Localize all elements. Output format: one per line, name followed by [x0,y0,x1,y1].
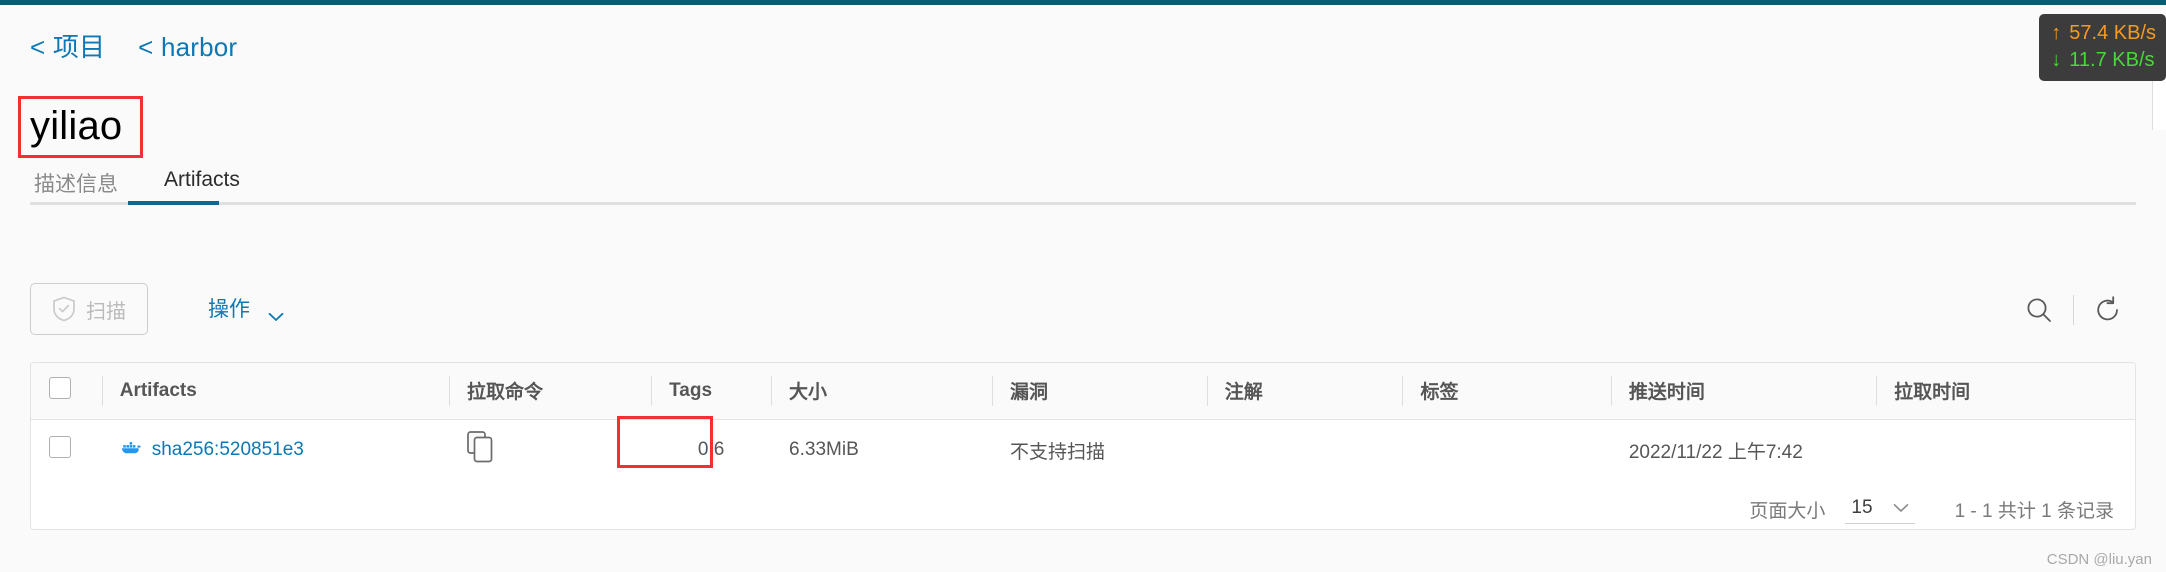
tab-underline [30,202,2136,205]
breadcrumb-caret-icon: < [30,32,46,62]
cell-vulnerabilities: 不支持扫描 [1010,441,1106,463]
breadcrumb-item-harbor[interactable]: < harbor [138,32,237,62]
upload-speed-row: ↑ 57.4 KB/s [2051,20,2156,47]
scan-button-label: 扫描 [86,300,126,323]
search-icon[interactable] [2011,287,2067,333]
column-header-push-time[interactable]: 推送时间 [1610,363,1877,420]
download-speed-value: 11.7 KB/s [2069,49,2155,71]
cell-annotations [1207,419,1403,481]
column-header-artifacts[interactable]: Artifacts [101,363,450,420]
copy-icon[interactable] [467,431,495,468]
row-checkbox[interactable] [49,436,71,459]
page-size-value: 15 [1851,496,1873,518]
column-header-pull-time[interactable]: 拉取时间 [1876,363,2135,420]
upload-arrow-icon: ↑ [2051,22,2062,44]
column-header-size[interactable]: 大小 [771,363,993,420]
chevron-down-icon [1893,497,1909,519]
cell-pull-time [1876,419,2135,481]
breadcrumb-item-projects-label: 项目 [52,32,106,62]
breadcrumb-caret-icon-2: < [138,32,154,62]
table-row: sha256:520851e3 0.6 6.33MiB 不支持扫描 2022/1… [31,419,2135,481]
select-all-header [31,363,102,420]
action-dropdown-button[interactable]: 操作 [208,293,284,323]
artifact-digest: sha256:520851e3 [151,439,304,461]
artifact-link[interactable]: sha256:520851e3 [120,439,304,461]
breadcrumb-item-projects[interactable]: < 项目 [30,32,105,62]
table-header-row: Artifacts 拉取命令 Tags 大小 漏洞 注解 标签 推送时间 拉取时… [31,363,2135,420]
network-speed-widget[interactable]: ↑ 57.4 KB/s ↓ 11.7 KB/s [2039,14,2166,81]
cell-push-time: 2022/11/22 上午7:42 [1628,441,1803,463]
chevron-down-icon [268,304,284,321]
column-header-labels[interactable]: 标签 [1402,363,1611,420]
column-header-vulnerabilities[interactable]: 漏洞 [992,363,1207,420]
page-size-select[interactable]: 15 [1845,495,1915,524]
table-toolbar: 扫描 操作 [30,283,2136,339]
download-speed-row: ↓ 11.7 KB/s [2051,47,2156,74]
column-header-pull-command[interactable]: 拉取命令 [449,363,652,420]
cell-artifact: sha256:520851e3 [102,419,449,481]
column-header-annotations[interactable]: 注解 [1206,363,1403,420]
cell-labels [1402,419,1610,481]
table-pagination: 页面大小 15 1 - 1 共计 1 条记录 [30,488,2136,530]
tab-active-indicator [128,201,219,205]
toolbar-divider [2073,295,2074,325]
row-select-cell [31,419,102,481]
column-header-tags[interactable]: Tags [651,363,772,420]
cell-pull-command [449,419,651,481]
pagination-total: 1 - 1 共计 1 条记录 [1954,500,2114,522]
scan-button[interactable]: 扫描 [30,283,148,335]
upload-speed-value: 57.4 KB/s [2069,22,2156,44]
download-arrow-icon: ↓ [2051,49,2062,71]
shield-check-icon [52,296,76,322]
breadcrumb-item-harbor-label: harbor [160,32,238,62]
docker-whale-icon [120,439,142,461]
watermark: CSDN @liu.yan [2046,551,2152,568]
app-page: < 项目 < harbor yiliao 描述信息 Artifacts 扫描 操… [0,0,2166,572]
refresh-icon[interactable] [2080,287,2136,333]
action-dropdown-label: 操作 [208,298,250,321]
cell-size: 6.33MiB [789,439,859,461]
top-accent-bar [0,0,2166,5]
page-title: yiliao [30,104,123,148]
page-size-label: 页面大小 [1749,500,1826,522]
toolbar-right-actions [2011,287,2136,333]
cell-tags: 0.6 [697,439,725,461]
select-all-checkbox[interactable] [49,376,71,399]
tab-artifacts[interactable]: Artifacts [160,168,244,204]
breadcrumb: < 项目 < harbor [30,27,237,64]
